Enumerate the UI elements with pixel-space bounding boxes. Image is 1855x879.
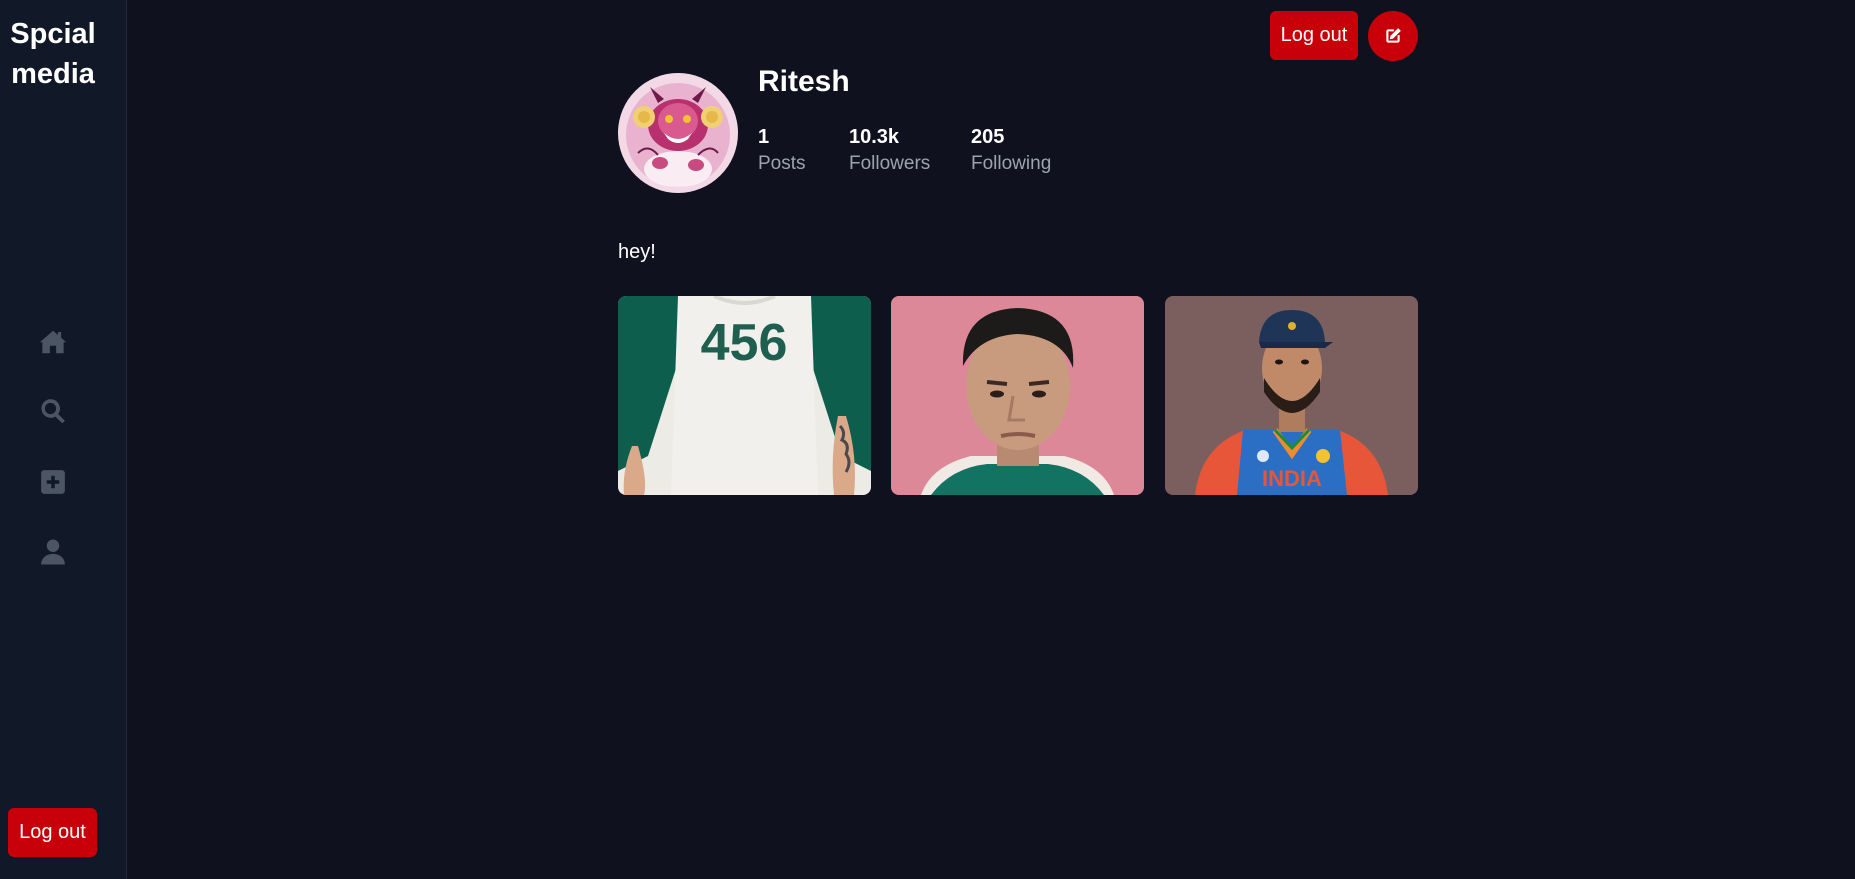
stat-posts-label: Posts bbox=[758, 153, 806, 174]
stat-followers-label: Followers bbox=[849, 153, 931, 174]
stat-following-label: Following bbox=[971, 153, 1052, 174]
profile-username: Ritesh bbox=[758, 65, 850, 98]
stat-followers-value: 10.3k bbox=[849, 126, 900, 148]
post-thumbnail[interactable]: INDIA bbox=[1165, 296, 1418, 495]
profile-bio: hey! bbox=[618, 241, 656, 263]
edit-profile-button[interactable] bbox=[1368, 11, 1418, 61]
stat-posts: 1 Posts bbox=[758, 124, 806, 178]
sidebar-logout-button[interactable]: Log out bbox=[8, 808, 97, 857]
post-thumbnail[interactable] bbox=[891, 296, 1144, 495]
stat-following-value: 205 bbox=[971, 126, 1005, 148]
search-icon[interactable] bbox=[37, 395, 69, 427]
jersey-number: 456 bbox=[701, 314, 788, 372]
sidebar: Spcial media Log out bbox=[0, 0, 127, 879]
jersey-text: INDIA bbox=[1262, 466, 1322, 491]
user-icon[interactable] bbox=[37, 536, 69, 568]
brand-logo[interactable]: Spcial media bbox=[0, 14, 106, 94]
post-thumbnail[interactable]: 456 bbox=[618, 296, 871, 495]
stat-following[interactable]: 205 Following bbox=[971, 124, 1051, 178]
stat-followers[interactable]: 10.3k Followers bbox=[849, 124, 930, 178]
profile-avatar[interactable] bbox=[618, 73, 738, 193]
home-icon[interactable] bbox=[37, 326, 69, 358]
plus-square-icon[interactable] bbox=[37, 466, 69, 498]
stat-posts-value: 1 bbox=[758, 126, 770, 148]
header-logout-button[interactable]: Log out bbox=[1270, 11, 1358, 60]
edit-icon bbox=[1386, 28, 1401, 43]
